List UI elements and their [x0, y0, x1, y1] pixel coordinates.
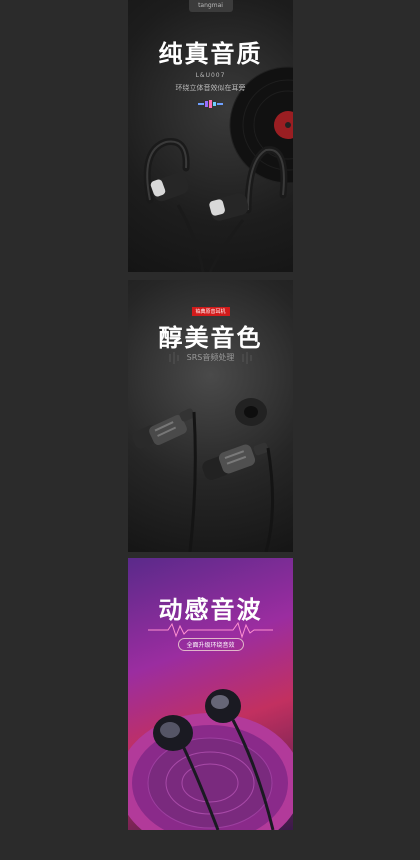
- panel-title: 醇美音色: [158, 324, 263, 352]
- panel-subtitle: 环绕立体音效似在耳旁: [175, 84, 246, 92]
- product-tag: 铂典原音耳机: [191, 307, 230, 316]
- panel-title: 纯真音质: [158, 40, 263, 68]
- product-panel-pure-sound: tangmai 纯真音质 L&U007 环绕立体音效似在耳旁: [128, 0, 293, 272]
- model-label: L&U007: [195, 72, 226, 79]
- product-panel-dynamic-wave: 动感音波 全面升级环绕音效: [128, 558, 293, 830]
- panel-subtitle: SRS音频处理: [186, 353, 235, 362]
- panel-subtitle: 全面升级环绕音效: [177, 638, 244, 651]
- brand-tab: tangmai: [188, 0, 233, 12]
- product-panel-mellow-tone: 铂典原音耳机 醇美音色 SRS音频处理: [128, 280, 293, 552]
- panel-title: 动感音波: [158, 596, 263, 624]
